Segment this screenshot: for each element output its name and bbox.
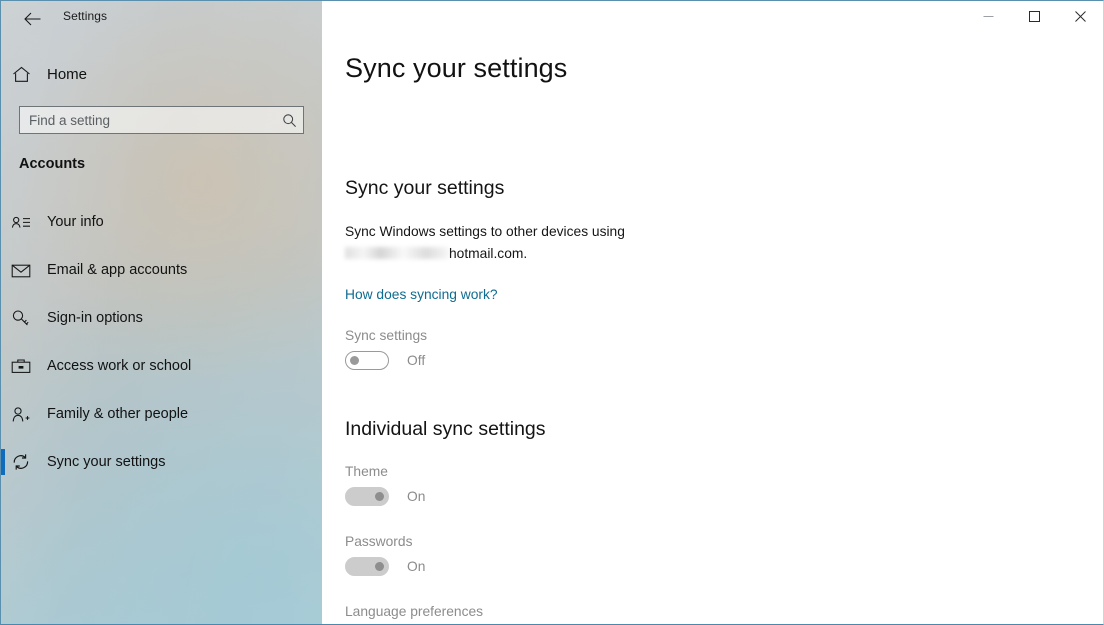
sync-description-prefix: Sync Windows settings to other devices u… <box>345 224 625 239</box>
setting-theme: Theme On <box>345 464 425 506</box>
setting-sync-settings: Sync settings Off <box>345 328 427 370</box>
back-arrow-icon <box>23 12 40 26</box>
person-add-icon <box>1 406 41 423</box>
minimize-button[interactable] <box>965 1 1011 32</box>
maximize-button[interactable] <box>1011 1 1057 32</box>
key-icon <box>1 309 41 327</box>
sync-settings-toggle[interactable] <box>345 351 389 370</box>
setting-label: Passwords <box>345 534 413 549</box>
briefcase-icon <box>1 358 41 374</box>
settings-window: Settings Home Find a setting Accounts Yo… <box>0 0 1104 625</box>
setting-label: Language preferences <box>345 604 484 619</box>
group-title-individual: Individual sync settings <box>345 418 546 440</box>
search-icon[interactable] <box>275 113 303 128</box>
toggle-knob <box>350 356 359 365</box>
sidebar-item-label: Family & other people <box>47 406 189 422</box>
group-title-sync: Sync your settings <box>345 177 505 199</box>
sidebar-item-sync-your-settings[interactable]: Sync your settings <box>1 438 322 486</box>
sidebar-item-your-info[interactable]: Your info <box>1 198 322 246</box>
search-box[interactable] <box>19 106 304 134</box>
sidebar-item-access-work-or-school[interactable]: Access work or school <box>1 342 322 390</box>
sidebar-section-label: Accounts <box>19 156 86 172</box>
sidebar-nav-list: Your info Email & app accounts Sign-in o… <box>1 198 322 486</box>
sidebar-item-home[interactable]: Home <box>1 59 322 89</box>
sidebar-item-label: Sync your settings <box>47 454 166 470</box>
main-content: Sync your settings Sync your settings Sy… <box>322 1 1103 624</box>
setting-language-preferences: Language preferences <box>345 604 483 624</box>
setting-label: Sync settings <box>345 328 428 343</box>
sync-icon <box>1 453 41 471</box>
contact-card-icon <box>1 215 41 230</box>
toggle-state-label: On <box>407 559 426 574</box>
window-title: Settings <box>63 9 108 23</box>
toggle-state-label: On <box>407 489 426 504</box>
sidebar-item-label: Your info <box>47 214 104 230</box>
envelope-icon <box>1 263 41 278</box>
setting-label: Theme <box>345 464 388 479</box>
sidebar-item-family-other-people[interactable]: Family & other people <box>1 390 322 438</box>
sidebar-item-label: Access work or school <box>47 358 192 374</box>
how-does-syncing-work-link[interactable]: How does syncing work? <box>345 287 498 302</box>
passwords-toggle[interactable] <box>345 557 389 576</box>
back-button[interactable] <box>9 3 55 35</box>
close-button[interactable] <box>1057 1 1103 32</box>
theme-toggle[interactable] <box>345 487 389 506</box>
toggle-state-label: Off <box>407 353 426 368</box>
toggle-row: Off <box>345 351 427 370</box>
page-title: Sync your settings <box>345 53 568 83</box>
home-icon <box>1 66 41 83</box>
sidebar: Settings Home Find a setting Accounts Yo… <box>1 1 322 624</box>
sidebar-item-label: Email & app accounts <box>47 262 188 278</box>
toggle-knob <box>375 491 384 501</box>
toggle-row: On <box>345 557 425 576</box>
window-controls <box>965 1 1103 32</box>
sidebar-item-email-app-accounts[interactable]: Email & app accounts <box>1 246 322 294</box>
sidebar-item-home-label: Home <box>47 65 88 83</box>
sync-description: Sync Windows settings to other devices u… <box>345 221 675 265</box>
toggle-row: On <box>345 487 425 506</box>
sidebar-item-label: Sign-in options <box>47 310 143 326</box>
search-input[interactable] <box>20 107 275 133</box>
redacted-email <box>345 247 449 259</box>
toggle-knob <box>375 561 384 571</box>
sidebar-item-sign-in-options[interactable]: Sign-in options <box>1 294 322 342</box>
setting-passwords: Passwords On <box>345 534 425 576</box>
sync-description-suffix: hotmail.com. <box>449 246 528 261</box>
